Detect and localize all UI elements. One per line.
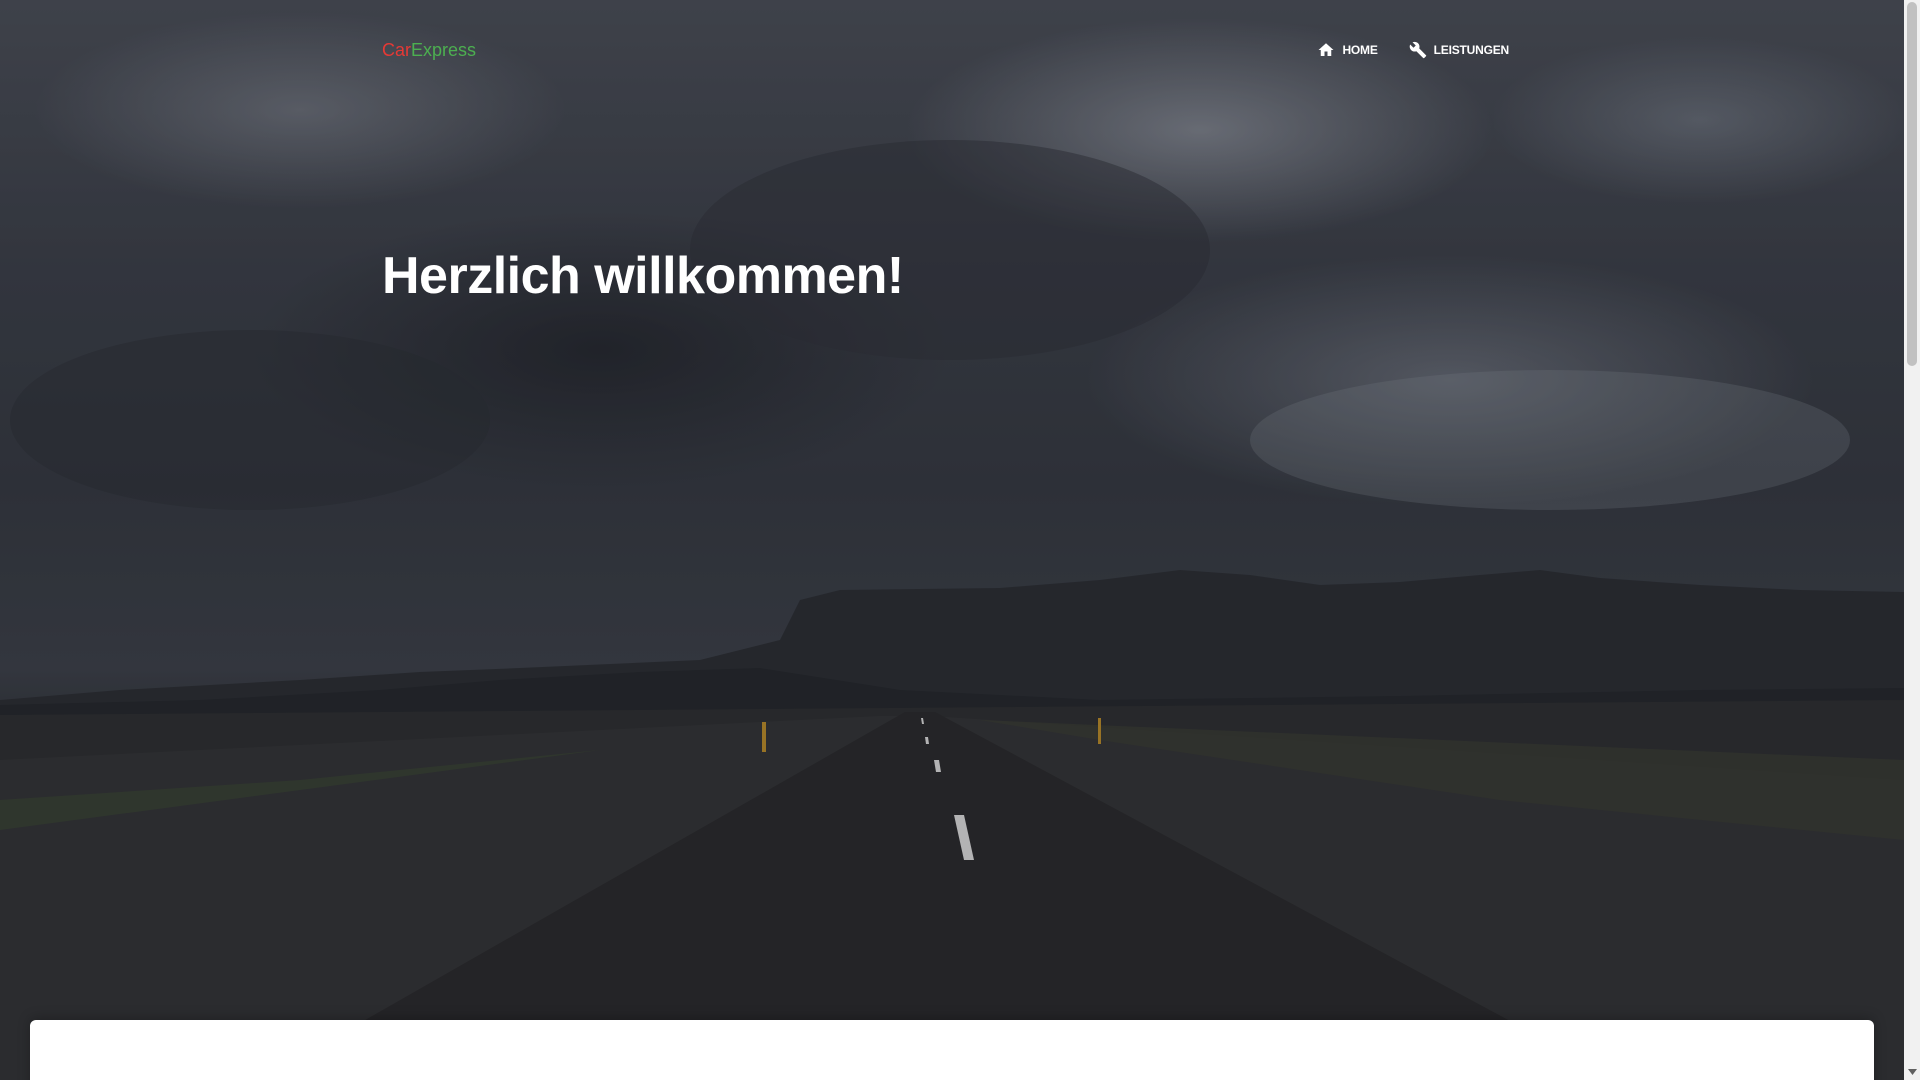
nav-item-home[interactable]: HOME xyxy=(1316,38,1378,62)
brand-name-car: Car xyxy=(382,40,412,60)
nav-menu: HOME LEISTUNGEN xyxy=(1316,38,1509,62)
top-navbar: CarExpress HOME LEISTUNGEN xyxy=(0,0,1904,100)
nav-item-leistungen-label: LEISTUNGEN xyxy=(1433,43,1510,57)
brand-name-express: Express xyxy=(411,40,477,60)
brand-logo-link[interactable]: CarExpress xyxy=(382,38,476,62)
hero-dark-overlay xyxy=(0,0,1904,1080)
hero-headline: Herzlich willkommen! xyxy=(382,247,904,305)
nav-item-leistungen[interactable]: LEISTUNGEN xyxy=(1408,38,1509,62)
home-icon xyxy=(1316,40,1336,60)
hero-section xyxy=(0,0,1904,1080)
nav-item-home-label: HOME xyxy=(1342,43,1378,57)
content-card xyxy=(30,1020,1874,1080)
scroll-down-arrow-icon[interactable] xyxy=(1904,1064,1920,1080)
vertical-scrollbar[interactable] xyxy=(1904,0,1920,1080)
scrollbar-thumb[interactable] xyxy=(1907,2,1917,366)
page-viewport: CarExpress HOME LEISTUNGEN Herzlich will… xyxy=(0,0,1920,1080)
wrench-icon xyxy=(1408,40,1428,60)
